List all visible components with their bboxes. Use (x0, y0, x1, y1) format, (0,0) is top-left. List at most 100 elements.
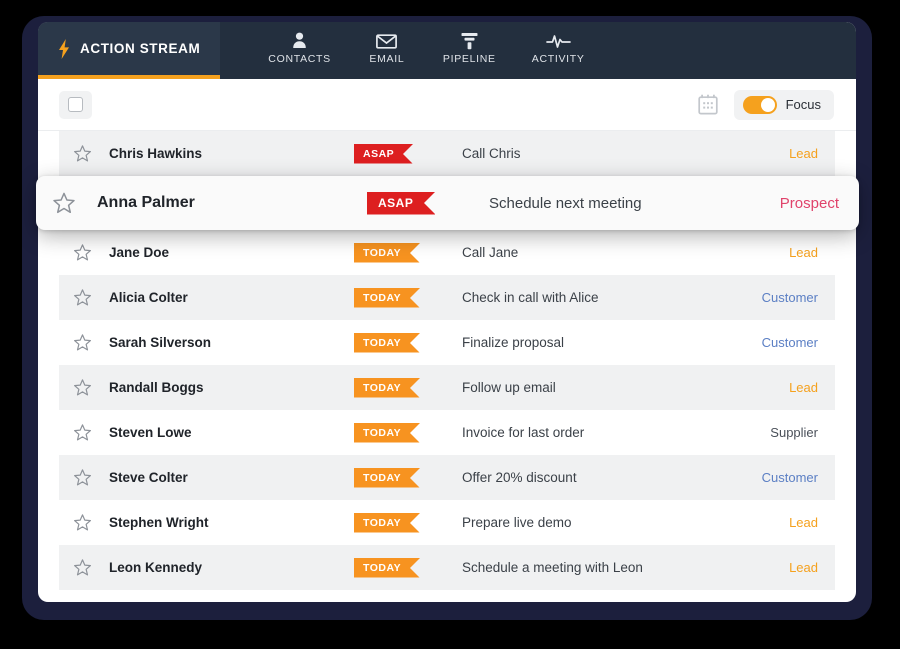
row-category: Lead (789, 146, 818, 161)
star-icon[interactable] (73, 333, 92, 352)
highlighted-row-slot: Anna Palmer ASAP Schedule next meeting Pros… (36, 176, 859, 230)
select-all-button[interactable] (59, 90, 92, 119)
row-priority-badge: TODAY (354, 557, 421, 578)
row-priority-badge: TODAY (354, 287, 421, 308)
table-row[interactable]: Anna Palmer ASAP Schedule next meeting Pros… (36, 176, 859, 230)
calendar-icon (697, 94, 718, 115)
table-row[interactable]: Steven Lowe TODAY Invoice for last order Su… (59, 410, 835, 455)
row-person-name: Stephen Wright (109, 515, 209, 530)
star-icon[interactable] (73, 288, 92, 307)
tab-email-label: EMAIL (369, 53, 405, 65)
tab-activity-label: ACTIVITY (531, 53, 585, 65)
person-icon (292, 31, 307, 50)
brand-tab-action-stream[interactable]: ACTION STREAM (38, 22, 221, 79)
row-task: Call Jane (462, 245, 519, 260)
row-priority-badge: TODAY (354, 512, 421, 533)
star-icon[interactable] (73, 558, 92, 577)
row-person-name: Steve Colter (109, 470, 188, 485)
table-row[interactable]: Sarah Silverson TODAY Finalize proposal Cus… (59, 320, 835, 365)
row-category: Lead (789, 245, 818, 260)
tab-activity[interactable]: ACTIVITY (514, 22, 603, 65)
tab-pipeline-label: PIPELINE (442, 53, 496, 65)
table-row[interactable]: Stephen Wright TODAY Prepare live demo Lead (59, 500, 835, 545)
table-row[interactable]: Alicia Colter TODAY Check in call with Ali… (59, 275, 835, 320)
heartbeat-icon (545, 31, 571, 50)
tab-email[interactable]: EMAIL (349, 22, 425, 65)
table-row[interactable]: Chris Hawkins ASAP Call Chris Lead (59, 131, 835, 176)
row-task: Schedule next meeting (489, 194, 642, 212)
row-priority-badge: TODAY (354, 467, 421, 488)
row-task: Check in call with Alice (462, 290, 599, 305)
table-row[interactable]: Steve Colter TODAY Offer 20% discount Custo… (59, 455, 835, 500)
row-task: Follow up email (462, 380, 556, 395)
row-person-name: Alicia Colter (109, 290, 188, 305)
row-task: Schedule a meeting with Leon (462, 560, 643, 575)
row-priority-badge: ASAP (367, 191, 436, 215)
star-icon[interactable] (73, 423, 92, 442)
row-priority-badge: TODAY (354, 332, 421, 353)
row-priority-badge: TODAY (354, 422, 421, 443)
focus-toggle[interactable]: Focus (733, 89, 834, 120)
tab-contacts-label: CONTACTS (268, 53, 331, 65)
row-person-name: Steven Lowe (109, 425, 192, 440)
star-icon[interactable] (73, 468, 92, 487)
row-task: Prepare live demo (462, 515, 572, 530)
row-badge-cell: TODAY (354, 467, 450, 488)
row-person-name: Anna Palmer (97, 194, 195, 211)
row-task: Invoice for last order (462, 425, 585, 440)
row-category: Customer (761, 470, 818, 485)
toggle-switch-icon (742, 95, 777, 114)
row-person-name: Sarah Silverson (109, 335, 212, 350)
star-icon[interactable] (73, 144, 92, 163)
funnel-icon (460, 31, 479, 50)
row-badge-cell: TODAY (354, 242, 450, 263)
star-icon[interactable] (73, 243, 92, 262)
tab-pipeline[interactable]: PIPELINE (425, 22, 514, 65)
row-person-name: Randall Boggs (109, 380, 204, 395)
row-person-name: Jane Doe (109, 245, 170, 260)
table-row[interactable]: Jane Doe TODAY Call Jane Lead (59, 230, 835, 275)
focus-toggle-label: Focus (785, 97, 821, 112)
row-category: Customer (761, 290, 818, 305)
list-toolbar: Focus (38, 79, 856, 131)
table-row[interactable]: Randall Boggs TODAY Follow up email Lead (59, 365, 835, 410)
row-category: Supplier (770, 425, 818, 440)
star-icon[interactable] (73, 513, 92, 532)
row-priority-badge: TODAY (354, 377, 421, 398)
row-badge-cell: TODAY (354, 512, 450, 533)
row-badge-cell: TODAY (354, 377, 450, 398)
toolbar-actions: Focus (696, 89, 834, 120)
envelope-icon (376, 31, 398, 50)
action-row-list: Chris Hawkins ASAP Call Chris Lead Anna Palm… (36, 131, 859, 602)
row-badge-cell: TODAY (354, 332, 450, 353)
brand-label: ACTION STREAM (80, 41, 201, 56)
row-task: Call Chris (462, 146, 521, 161)
row-priority-badge: ASAP (354, 143, 414, 164)
row-task: Offer 20% discount (462, 470, 577, 485)
app-header: ACTION STREAM CONTACTS EMAIL PIPELINE AC… (38, 22, 856, 79)
app-window: ACTION STREAM CONTACTS EMAIL PIPELINE AC… (36, 22, 859, 602)
table-row[interactable]: Leon Kennedy TODAY Schedule a meeting with… (59, 545, 835, 590)
row-badge-cell: ASAP (367, 191, 477, 215)
star-icon[interactable] (73, 378, 92, 397)
toggle-knob (760, 97, 775, 112)
row-category: Lead (789, 560, 818, 575)
row-person-name: Chris Hawkins (109, 146, 203, 161)
row-priority-badge: TODAY (354, 242, 421, 263)
row-category: Lead (789, 380, 818, 395)
row-task: Finalize proposal (462, 335, 565, 350)
star-icon[interactable] (52, 191, 76, 215)
row-category: Customer (761, 335, 818, 350)
row-person-name: Leon Kennedy (109, 560, 203, 575)
nav-tabs: CONTACTS EMAIL PIPELINE ACTIVITY (220, 22, 602, 79)
calendar-button[interactable] (696, 93, 720, 117)
row-badge-cell: TODAY (354, 287, 450, 308)
row-badge-cell: ASAP (354, 143, 450, 164)
tab-contacts[interactable]: CONTACTS (250, 22, 349, 65)
checkbox-icon (68, 97, 83, 112)
row-category: Prospect (779, 194, 839, 212)
row-category: Lead (789, 515, 818, 530)
lightning-bolt-icon (59, 38, 69, 59)
row-badge-cell: TODAY (354, 422, 450, 443)
row-badge-cell: TODAY (354, 557, 450, 578)
